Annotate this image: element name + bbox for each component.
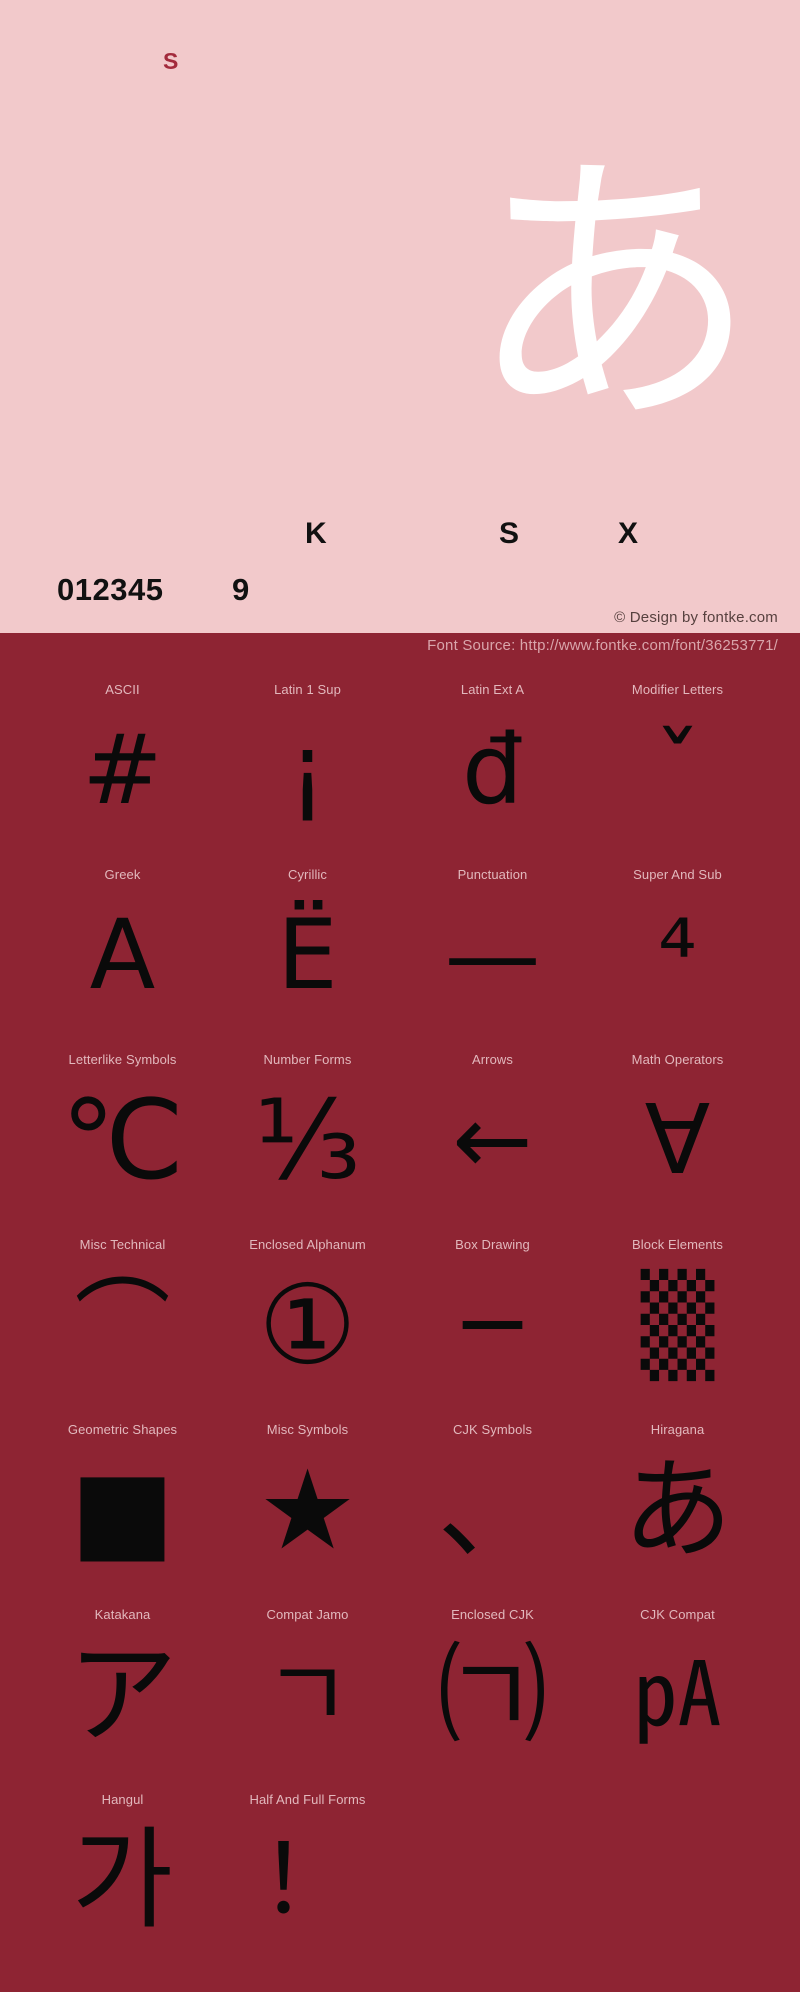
unicode-block-cell-cjk-symbols[interactable]: CJK Symbols、 xyxy=(400,1403,585,1588)
unicode-block-sample-glyph: ⅓ xyxy=(254,1076,361,1204)
sample-mark-text: S xyxy=(163,48,179,74)
unicode-block-cell-latin-ext-a[interactable]: Latin Ext Ađ xyxy=(400,663,585,848)
unicode-block-cell-enclosed-cjk[interactable]: Enclosed CJK ㈀ xyxy=(400,1588,585,1773)
hero-main-glyph: あ xyxy=(468,127,758,464)
unicode-block-cell-katakana[interactable]: Katakana ア xyxy=(30,1588,215,1773)
hero-letter-s: S xyxy=(499,517,520,550)
unicode-block-cell-math-operators[interactable]: Math Operators ∀ xyxy=(585,1033,770,1218)
unicode-block-row: ASCII # Latin 1 Sup ¡ Latin Ext Ađ Modifier L… xyxy=(0,663,800,848)
unicode-block-sample-glyph: ㎀ xyxy=(633,1643,722,1746)
unicode-block-cell-box-drawing[interactable]: Box Drawing ─ xyxy=(400,1218,585,1403)
unicode-block-cell-misc-technical[interactable]: Misc Technical ⌒ xyxy=(30,1218,215,1403)
unicode-block-cell-letterlike-symbols[interactable]: Letterlike Symbols ℃ xyxy=(30,1033,215,1218)
unicode-block-sample-glyph: 、 xyxy=(437,1446,548,1574)
unicode-block-cell-hangul[interactable]: Hangul 가 xyxy=(30,1773,215,1958)
unicode-block-row: Geometric Shapes ■ Misc Symbols ★ CJK Symbol… xyxy=(0,1403,800,1588)
unicode-block-cell-misc-symbols[interactable]: Misc Symbols ★ xyxy=(215,1403,400,1588)
unicode-block-sample-glyph xyxy=(400,1805,585,1955)
unicode-block-sample-glyph: ア xyxy=(67,1631,178,1759)
unicode-block-sample-glyph: — xyxy=(444,899,541,1011)
unicode-block-cell-enclosed-alphanum[interactable]: Enclosed Alphanum ① xyxy=(215,1218,400,1403)
unicode-block-cell-cyrillic[interactable]: Cyrillic Ё xyxy=(215,848,400,1033)
unicode-block-sample-glyph: ─ xyxy=(463,1269,522,1381)
unicode-block-row: Katakana ア Compat Jamo ㄱ Enclosed CJK ㈀ CJK Co… xyxy=(0,1588,800,1773)
unicode-block-sample-glyph: あ xyxy=(622,1446,733,1574)
unicode-block-cell-half-and-full-forms[interactable]: Half And Full Forms！ xyxy=(215,1773,400,1958)
copyright-notice: © Design by fontke.com xyxy=(614,609,778,626)
unicode-block-row: Letterlike Symbols ℃ Number Forms ⅓ Arrows ← M… xyxy=(0,1033,800,1218)
unicode-block-sample-glyph: ⌒ xyxy=(74,1269,171,1381)
font-source-bar: Font Source: http://www.fontke.com/font/… xyxy=(0,633,800,663)
hero-letter-x: X xyxy=(618,517,639,550)
unicode-block-sample-glyph: ★ xyxy=(258,1446,357,1574)
unicode-block-sample-glyph: Α xyxy=(89,899,156,1011)
unicode-block-sample-glyph: ⁴ xyxy=(658,899,697,1011)
unicode-block-grid: ASCII # Latin 1 Sup ¡ Latin Ext Ađ Modifier L… xyxy=(0,663,800,1958)
unicode-block-sample-glyph: đ xyxy=(462,714,523,826)
unicode-block-sample-glyph: ① xyxy=(258,1261,357,1389)
unicode-block-cell-cjk-compat[interactable]: CJK Compat ㎀ xyxy=(585,1588,770,1773)
hero-digit-tail: 9 xyxy=(232,572,250,607)
unicode-block-sample-glyph: ← xyxy=(452,1084,533,1196)
unicode-block-row: Greek Α Cyrillic Ё Punctuation — Super And Sub… xyxy=(0,848,800,1033)
unicode-block-cell-arrows[interactable]: Arrows ← xyxy=(400,1033,585,1218)
font-specimen-hero: S あ K S X 012345 9 © Design by fontke.co… xyxy=(0,0,800,633)
unicode-block-cell-empty xyxy=(585,1773,770,1958)
unicode-block-cell-empty xyxy=(400,1773,585,1958)
unicode-block-sample-glyph: # xyxy=(82,714,163,826)
unicode-block-sample-glyph: ∀ xyxy=(644,1084,711,1196)
font-source-link[interactable]: Font Source: http://www.fontke.com/font/… xyxy=(427,638,778,653)
unicode-block-sample-glyph: Ё xyxy=(277,899,338,1011)
unicode-block-sample-glyph: 가 xyxy=(71,1816,174,1944)
unicode-block-cell-greek[interactable]: Greek Α xyxy=(30,848,215,1033)
unicode-block-sample-glyph: ㈀ xyxy=(437,1631,548,1759)
unicode-block-sample-glyph xyxy=(585,1805,770,1955)
unicode-block-sample-glyph: ！ xyxy=(259,1824,356,1936)
unicode-block-cell-ascii[interactable]: ASCII # xyxy=(30,663,215,848)
unicode-block-sample-glyph: ■ xyxy=(70,1446,175,1574)
unicode-block-sample-glyph: ¡ xyxy=(288,714,327,826)
unicode-block-sample-glyph: ˇ xyxy=(653,714,702,826)
unicode-block-cell-hiragana[interactable]: Hiragana あ xyxy=(585,1403,770,1588)
unicode-block-cell-latin-1-sup[interactable]: Latin 1 Sup ¡ xyxy=(215,663,400,848)
unicode-block-sample-glyph: ℃ xyxy=(60,1076,185,1204)
unicode-block-row: Misc Technical ⌒ Enclosed Alphanum ① Box Dra… xyxy=(0,1218,800,1403)
unicode-block-cell-block-elements[interactable]: Block Elements ▒ xyxy=(585,1218,770,1403)
unicode-block-sample-glyph: ▒ xyxy=(640,1269,715,1381)
unicode-block-row: Hangul 가 Half And Full Forms！ xyxy=(0,1773,800,1958)
unicode-block-sample-glyph: ㄱ xyxy=(263,1639,352,1751)
unicode-block-cell-number-forms[interactable]: Number Forms ⅓ xyxy=(215,1033,400,1218)
unicode-block-cell-geometric-shapes[interactable]: Geometric Shapes ■ xyxy=(30,1403,215,1588)
unicode-block-cell-compat-jamo[interactable]: Compat Jamo ㄱ xyxy=(215,1588,400,1773)
hero-digit-sample: 012345 xyxy=(57,572,164,607)
unicode-block-cell-modifier-letters[interactable]: Modifier Letters ˇ xyxy=(585,663,770,848)
hero-letter-k: K xyxy=(305,517,327,550)
unicode-block-cell-punctuation[interactable]: Punctuation — xyxy=(400,848,585,1033)
unicode-block-cell-super-and-sub[interactable]: Super And Sub ⁴ xyxy=(585,848,770,1033)
